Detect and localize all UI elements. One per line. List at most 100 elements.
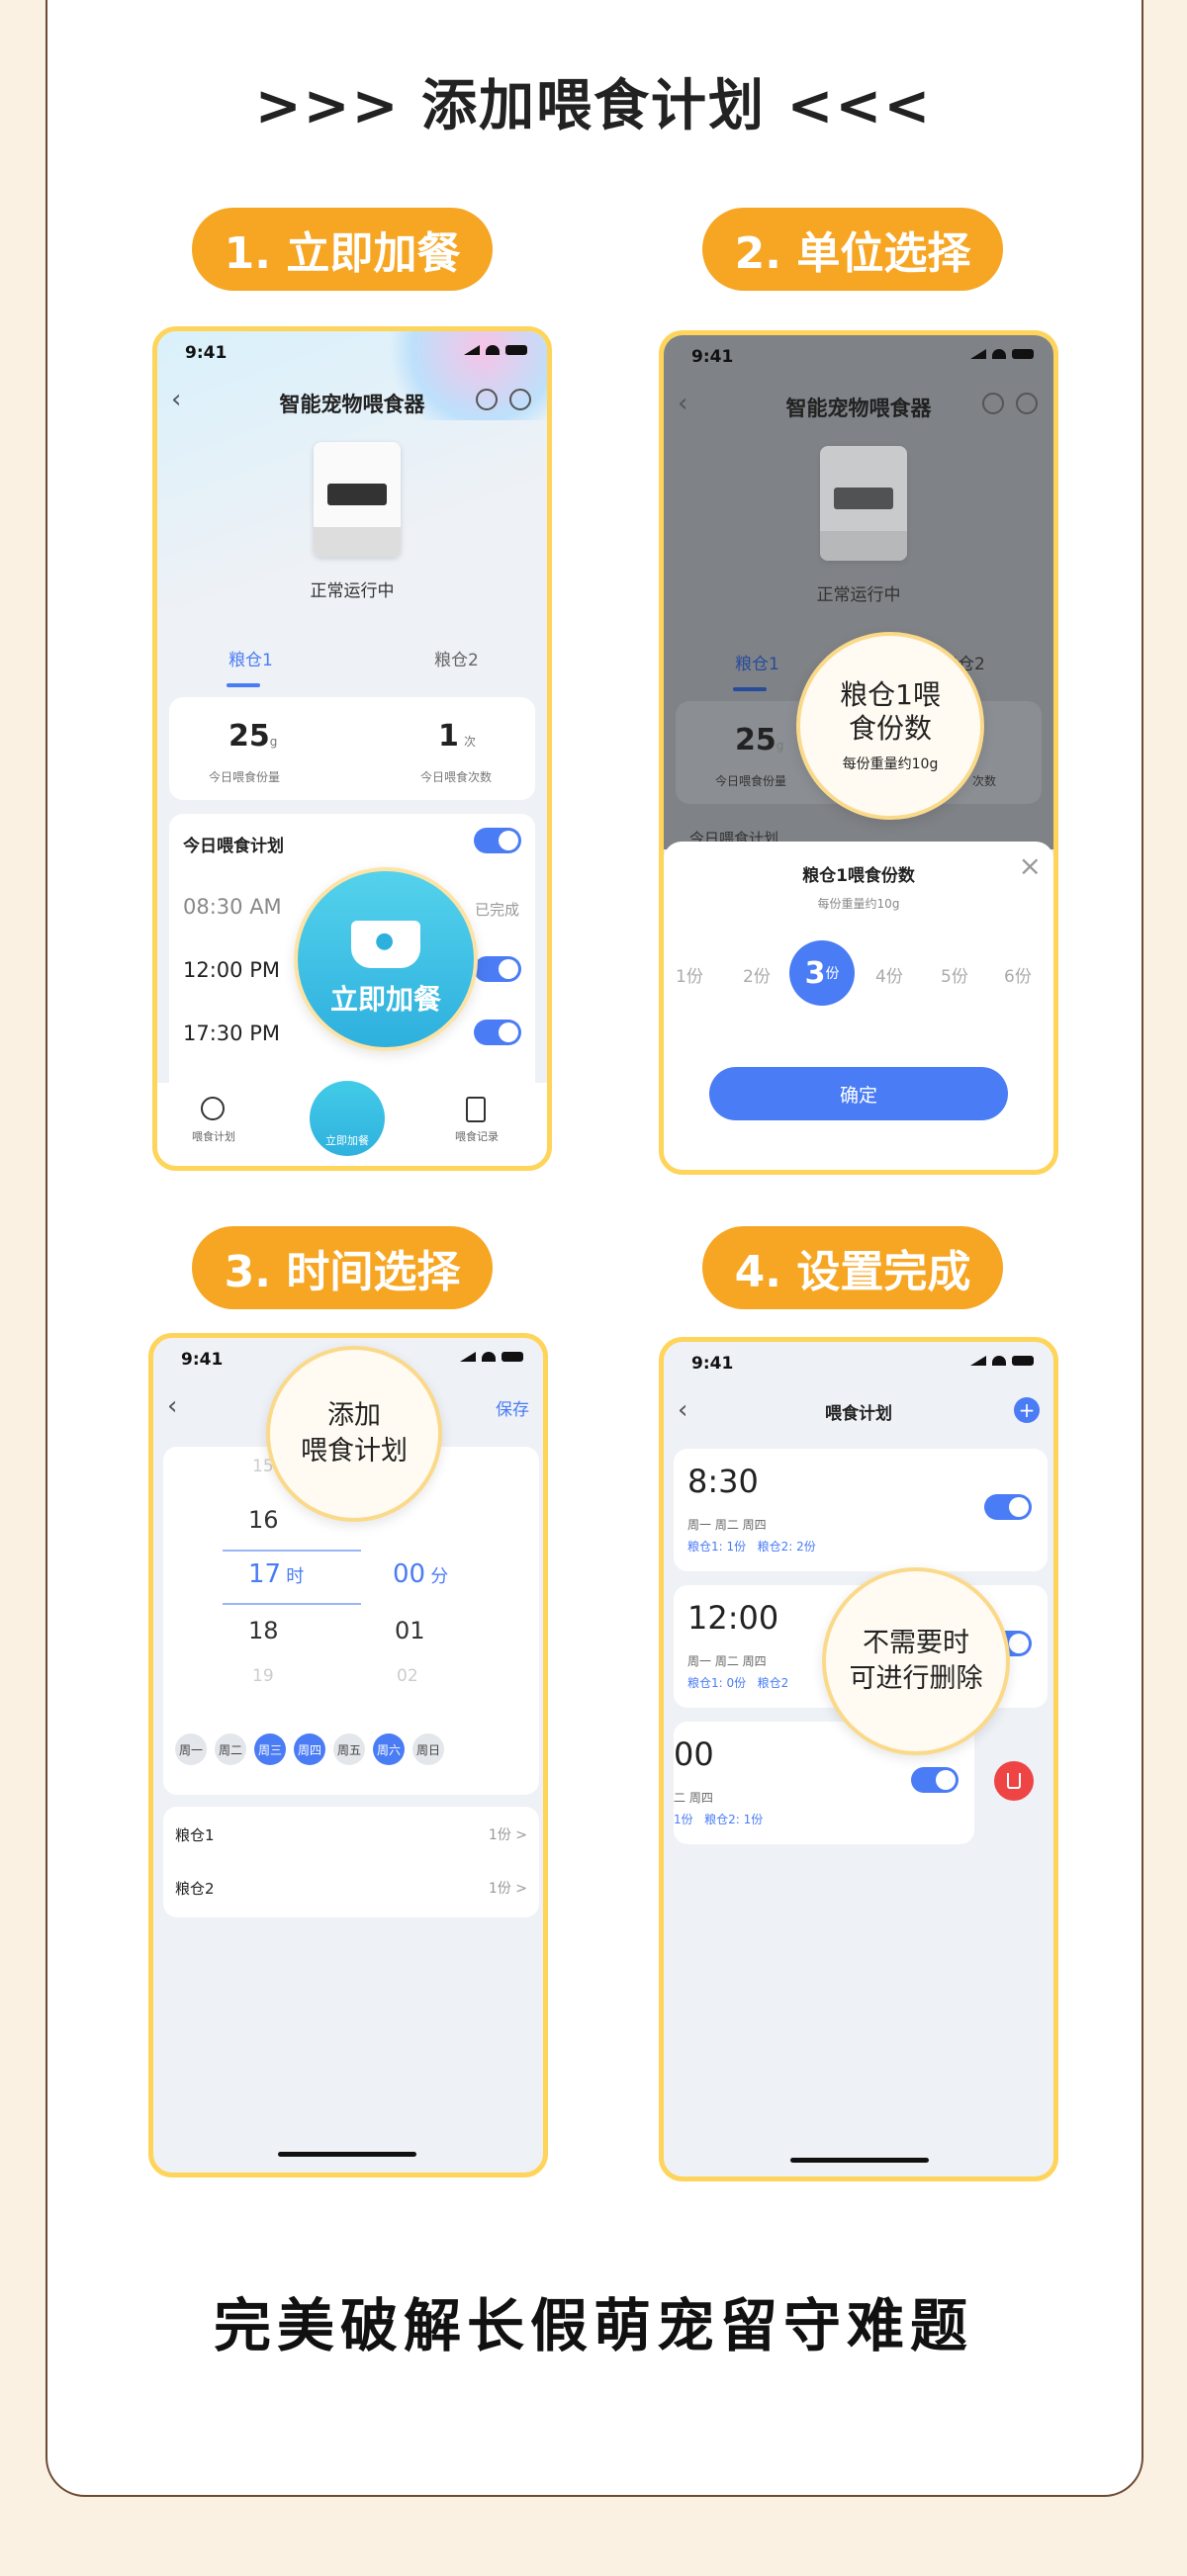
step-2-pill: 2. 单位选择 [702,208,1003,291]
sheet-title: 粮仓1喂食份数 [802,866,915,886]
step-4-pill: 4. 设置完成 [702,1226,1003,1309]
bin-row-label: 粮仓1 [175,1826,215,1844]
plan-card[interactable]: 8:30 周一 周二 周四 粮仓1: 1份 粮仓2: 2份 [674,1449,1048,1571]
portion-callout: 粮仓1喂 食份数 每份重量约10g [796,632,984,820]
close-icon[interactable]: × [1019,849,1042,882]
signal-icon [970,349,986,359]
bin-settings-card: 粮仓1 1份 > 粮仓2 1份 > [163,1807,539,1917]
edit-icon[interactable] [476,389,498,410]
plan-row-time: 08:30 AM [183,895,282,919]
portion-sheet: 粮仓1喂食份数 × 每份重量约10g 1份 2份 3份 4份 5份 6份 确定 [664,842,1053,1170]
plan-bin-2: 粮仓2 [757,1676,789,1690]
plan-row-time: 17:30 PM [183,1022,280,1045]
portion-selected[interactable]: 3份 [789,940,855,1006]
day-chip[interactable]: 周六 [373,1733,405,1765]
amount-value: 25 [735,723,776,757]
day-chip[interactable]: 周五 [333,1733,365,1765]
step-3-pill: 3. 时间选择 [192,1226,493,1309]
portion-option[interactable]: 4份 [875,962,903,987]
bin-row-value[interactable]: 1份 > [489,1878,527,1898]
stats-card: 25g 今日喂食份量 1 次 今日喂食次数 [169,697,535,800]
phone-step-3: 9:41 ‹ 保存 15 16 17 时 00 分 18 01 19 02 周一… [148,1333,548,2177]
selected-number: 3 [804,955,826,991]
tab-bin-1[interactable]: 粮仓1 [228,646,273,670]
portion-option[interactable]: 5份 [941,962,968,987]
count-label: 次数 [972,774,997,788]
amount-unit: g [269,735,278,749]
settings-icon[interactable] [1016,393,1038,414]
plan-time: 12:00 [687,1599,779,1637]
page-title: >>> 添加喂食计划 <<< [254,74,933,138]
picker-line [223,1603,361,1605]
count-label: 今日喂食次数 [420,770,493,784]
plan-toggle[interactable] [984,1494,1032,1520]
nav-feed-now[interactable]: 立即加餐 [310,1132,385,1148]
hour-option[interactable]: 18 [248,1617,279,1644]
plan-days: 周一 周二 周四 [687,1654,767,1668]
plan-days: 周一 周二 周四 [687,1518,767,1532]
hour-selected[interactable]: 17 [248,1559,281,1589]
amount-label: 今日喂食份量 [209,770,281,784]
battery-icon [505,345,527,355]
callout-sub: 每份重量约10g [842,756,939,772]
add-plan-button[interactable]: + [1014,1397,1040,1423]
callout-line-2: 可进行删除 [849,1663,983,1694]
tab-bin-2[interactable]: 粮仓2 [434,646,479,670]
feeder-image [314,442,401,557]
hour-option[interactable]: 16 [248,1506,279,1534]
wifi-icon [992,349,1006,359]
bin-row-value[interactable]: 1份 > [489,1824,527,1844]
day-chip[interactable]: 周日 [412,1733,444,1765]
confirm-button[interactable]: 确定 [709,1067,1008,1120]
day-chip[interactable]: 周一 [175,1733,207,1765]
plan-row-state: 已完成 [474,901,519,919]
delete-callout: 不需要时 可进行删除 [822,1567,1010,1755]
bin-row-label: 粮仓2 [175,1880,215,1898]
status-icons [970,349,1034,359]
save-button[interactable]: 保存 [496,1395,529,1420]
battery-icon [1012,1356,1034,1366]
hour-option[interactable]: 19 [252,1666,274,1686]
feed-now-bubble[interactable]: ● 立即加餐 [294,867,478,1051]
device-status: 正常运行中 [310,581,395,601]
day-chip[interactable]: 周二 [215,1733,246,1765]
portion-option[interactable]: 2份 [743,962,771,987]
bubble-label: 立即加餐 [329,983,441,1016]
plan-bin-1: 1份 [674,1813,693,1826]
callout-line-2: 食份数 [848,712,932,745]
minute-option[interactable]: 01 [395,1617,425,1644]
plan-label: 今日喂食计划 [183,837,284,856]
delete-button[interactable] [994,1761,1034,1801]
clock-icon[interactable] [201,1097,225,1120]
plan-row-toggle[interactable] [474,1020,521,1045]
home-indicator [790,2158,929,2163]
plan-toggle[interactable] [474,828,521,853]
status-time: 9:41 [181,1350,224,1370]
phone-step-1: 9:41 ‹ 智能宠物喂食器 正常运行中 粮仓1 粮仓2 25g 今日喂食份量 … [152,326,552,1171]
plan-page-title: 喂食计划 [825,1404,892,1424]
day-chip[interactable]: 周三 [254,1733,286,1765]
wifi-icon [482,1352,496,1362]
tab-bin-1[interactable]: 粮仓1 [735,650,779,674]
back-icon[interactable]: ‹ [167,1391,177,1421]
minute-selected[interactable]: 00 [393,1559,425,1589]
portion-option[interactable]: 6份 [1004,962,1032,987]
callout-line-1: 粮仓1喂 [840,678,941,711]
edit-icon[interactable] [982,393,1004,414]
phone-step-4: 9:41 ‹ 喂食计划 + 8:30 周一 周二 周四 粮仓1: 1份 粮仓2:… [659,1337,1058,2181]
sheet-subtitle: 每份重量约10g [817,897,900,911]
minute-unit: 分 [430,1566,449,1587]
nav-plan[interactable]: 喂食计划 [179,1128,248,1144]
day-chip[interactable]: 周四 [294,1733,325,1765]
settings-icon[interactable] [509,389,531,410]
minute-option[interactable]: 02 [397,1666,418,1686]
battery-icon [1012,349,1034,359]
status-icons [970,1356,1034,1366]
callout-line-1: 添加 [327,1400,381,1431]
plan-time: 00 [674,1735,714,1773]
clipboard-icon[interactable] [466,1097,486,1122]
plan-row-toggle[interactable] [474,956,521,982]
signal-icon [970,1356,986,1366]
plan-toggle[interactable] [911,1767,959,1793]
portion-option[interactable]: 1份 [676,962,703,987]
